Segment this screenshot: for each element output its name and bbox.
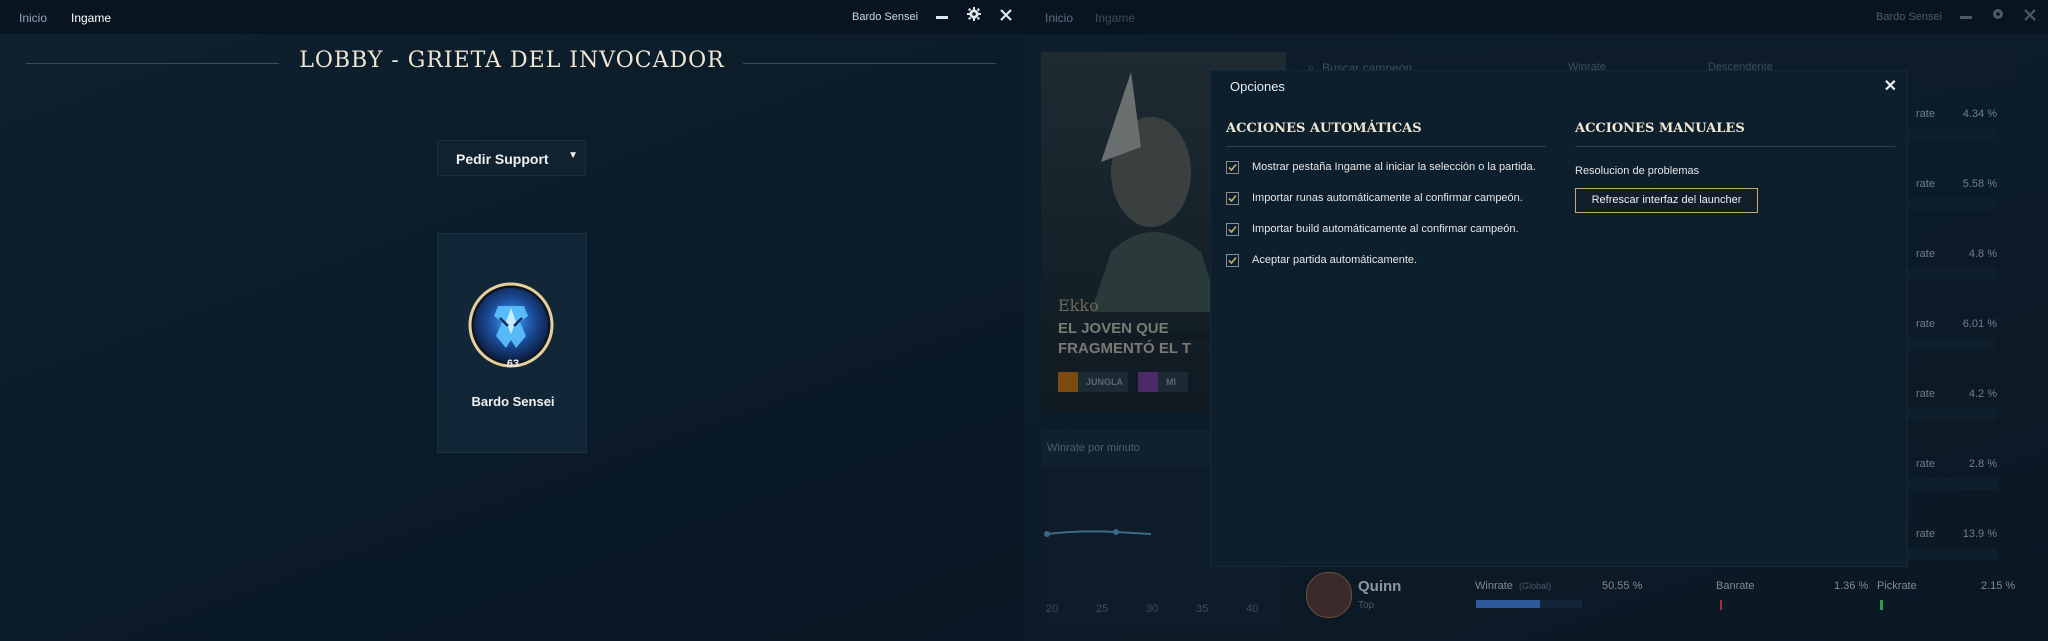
refresh-launcher-button[interactable]: Refrescar interfaz del launcher xyxy=(1575,188,1758,213)
options-dialog: Opciones ✕ ACCIONES AUTOMÁTICAS ACCIONES… xyxy=(1210,70,1908,567)
checkbox-checked[interactable] xyxy=(1226,192,1239,205)
jungle-icon xyxy=(1058,372,1078,392)
champion-name: Ekko xyxy=(1058,296,1099,315)
username: Bardo Sensei xyxy=(1876,11,1943,23)
pickrate-bar xyxy=(1880,600,1883,610)
champion-avatar xyxy=(1306,572,1352,618)
pickrate-label: Pickrate xyxy=(1877,580,1917,592)
auto-actions-heading: ACCIONES AUTOMÁTICAS xyxy=(1226,121,1422,136)
nav-home[interactable]: Inicio xyxy=(19,11,47,25)
chart-title: Winrate por minuto xyxy=(1047,442,1140,454)
summoner-avatar xyxy=(468,282,554,368)
minimize-icon[interactable] xyxy=(1956,6,1976,26)
option-label: Importar runas automáticamente al confir… xyxy=(1252,192,1523,204)
lobby-window: Inicio Ingame Bardo Sensei LOBBY - GRIET… xyxy=(0,0,1024,641)
gear-icon[interactable] xyxy=(964,6,984,26)
divider xyxy=(1575,146,1895,147)
option-label: Importar build automáticamente al confir… xyxy=(1252,223,1519,235)
role-label-jungle: JUNGLA xyxy=(1086,377,1124,387)
winrate-label: Winrate xyxy=(1475,580,1513,592)
role-select[interactable]: Pedir Support ▼ xyxy=(437,140,586,176)
app-window: Inicio Ingame Bardo Sensei Ekko EL JOVEN… xyxy=(1024,0,2048,641)
nav-ingame[interactable]: Ingame xyxy=(1095,11,1135,25)
tick-30: 30 xyxy=(1146,603,1159,615)
summoner-card: 63 Bardo Sensei xyxy=(437,233,587,453)
close-icon[interactable]: ✕ xyxy=(1884,76,1897,96)
tick-25: 25 xyxy=(1096,603,1109,615)
role-badge-jungle: JUNGLA xyxy=(1058,372,1128,392)
summoner-name: Bardo Sensei xyxy=(471,394,555,409)
option-label: Aceptar partida automáticamente. xyxy=(1252,254,1418,266)
title-bar: Inicio Ingame Bardo Sensei xyxy=(0,0,1024,34)
mid-icon xyxy=(1138,372,1158,392)
title-divider-right xyxy=(743,63,996,64)
nav-ingame[interactable]: Ingame xyxy=(71,11,111,25)
winrate-bar xyxy=(1476,600,1582,608)
champion-name: Quinn xyxy=(1358,578,1402,595)
champion-subtitle-1: EL JOVEN QUE xyxy=(1058,320,1169,337)
banrate-label: Banrate xyxy=(1716,580,1755,592)
page-title: LOBBY - GRIETA DEL INVOCADOR xyxy=(299,48,725,73)
manual-actions-heading: ACCIONES MANUALES xyxy=(1575,121,1745,136)
tick-40: 40 xyxy=(1246,603,1259,615)
checkbox-checked[interactable] xyxy=(1226,161,1239,174)
champion-row-quinn[interactable]: Quinn Top Winrate (Global) 50.55 % Banra… xyxy=(1296,570,2021,630)
champion-subtitle-2: FRAGMENTÓ EL T xyxy=(1058,340,1192,357)
winrate-scope: (Global) xyxy=(1519,581,1552,591)
dialog-title: Opciones xyxy=(1230,79,1285,94)
winrate-value: 50.55 % xyxy=(1602,580,1643,592)
banrate-value: 1.36 % xyxy=(1834,580,1869,592)
option-label: Mostrar pestaña Ingame al iniciar la sel… xyxy=(1252,161,1536,173)
tick-35: 35 xyxy=(1196,603,1209,615)
close-icon[interactable] xyxy=(996,6,1016,26)
close-icon[interactable] xyxy=(2020,6,2040,26)
tick-20: 20 xyxy=(1046,603,1059,615)
champion-role: Top xyxy=(1358,600,1375,611)
role-label-mid: MI xyxy=(1166,377,1176,387)
caret-down-icon: ▼ xyxy=(568,150,578,161)
pickrate-value: 2.15 % xyxy=(1981,580,2016,592)
role-badge-mid: MI xyxy=(1138,372,1188,392)
checkbox-checked[interactable] xyxy=(1226,254,1239,267)
minimize-icon[interactable] xyxy=(932,6,952,26)
divider xyxy=(1226,146,1546,147)
username: Bardo Sensei xyxy=(852,11,919,23)
checkbox-checked[interactable] xyxy=(1226,223,1239,236)
troubleshoot-label: Resolucion de problemas xyxy=(1575,165,1700,177)
nav-home[interactable]: Inicio xyxy=(1045,11,1073,25)
gear-icon[interactable] xyxy=(1988,6,2008,26)
title-bar: Inicio Ingame Bardo Sensei xyxy=(1024,0,2048,34)
role-select-value: Pedir Support xyxy=(456,151,549,167)
banrate-bar xyxy=(1720,600,1722,610)
summoner-level: 63 xyxy=(506,358,520,370)
